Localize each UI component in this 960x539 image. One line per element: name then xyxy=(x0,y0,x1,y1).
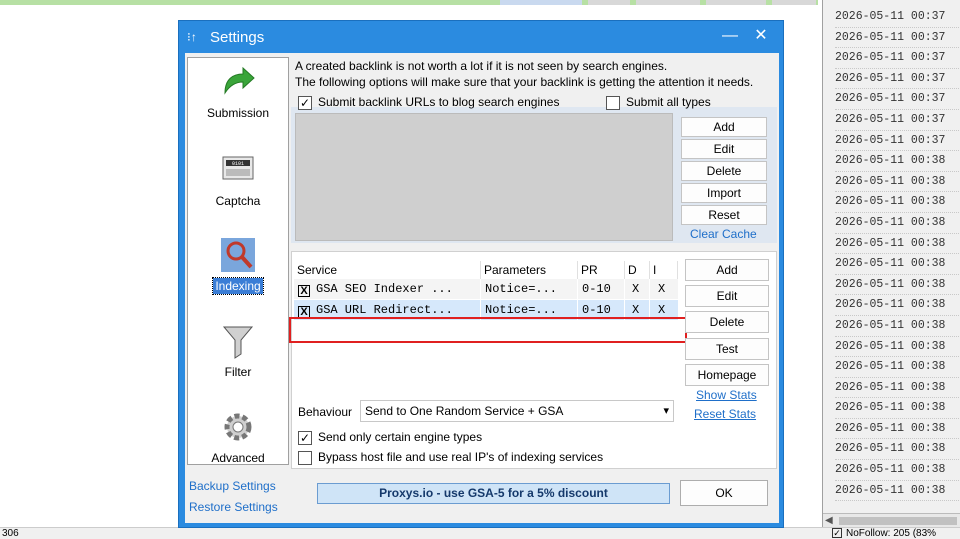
log-line: 2026-05-11 00:38 xyxy=(835,419,960,440)
settings-nav: Submission 0101 Captcha Indexing Filter … xyxy=(187,57,289,465)
service-test-button[interactable]: Test xyxy=(685,338,769,360)
selected-row-highlight xyxy=(289,317,687,343)
horizontal-scrollbar[interactable]: ◀ xyxy=(823,513,960,527)
service-homepage-button[interactable]: Homepage xyxy=(685,364,769,386)
list-delete-button[interactable]: Delete xyxy=(681,161,767,181)
nav-item-filter[interactable]: Filter xyxy=(188,322,288,380)
log-line: 2026-05-11 00:37 xyxy=(835,131,960,152)
nav-item-captcha[interactable]: 0101 Captcha xyxy=(188,151,288,209)
show-stats-link[interactable]: Show Stats xyxy=(696,388,757,402)
service-edit-button[interactable]: Edit xyxy=(685,285,769,307)
log-line: 2026-05-11 00:38 xyxy=(835,398,960,419)
log-line: 2026-05-11 00:37 xyxy=(835,89,960,110)
settings-app-icon: ⁝↑ xyxy=(187,30,197,44)
col-pr[interactable]: PR xyxy=(578,261,625,279)
ok-button[interactable]: OK xyxy=(680,480,768,506)
list-reset-button[interactable]: Reset xyxy=(681,205,767,225)
log-line: 2026-05-11 00:37 xyxy=(835,69,960,90)
bypass-host-file-checkbox[interactable]: Bypass host file and use real IP's of in… xyxy=(298,450,603,465)
status-bar: 306 ✓ NoFollow: 205 (83% xyxy=(0,527,960,539)
service-add-button[interactable]: Add xyxy=(685,259,769,281)
log-line: 2026-05-11 00:38 xyxy=(835,192,960,213)
background-toolbar xyxy=(0,0,818,5)
log-line: 2026-05-11 00:38 xyxy=(835,151,960,172)
col-service[interactable]: Service xyxy=(294,261,481,279)
log-line: 2026-05-11 00:38 xyxy=(835,172,960,193)
log-line: 2026-05-11 00:38 xyxy=(835,234,960,255)
close-button[interactable]: ✕ xyxy=(750,26,772,46)
minimize-button[interactable]: — xyxy=(719,26,741,46)
svg-text:0101: 0101 xyxy=(232,161,244,167)
log-line: 2026-05-11 00:38 xyxy=(835,378,960,399)
scrollbar-thumb[interactable] xyxy=(839,517,957,525)
log-line: 2026-05-11 00:37 xyxy=(835,28,960,49)
log-line: 2026-05-11 00:38 xyxy=(835,275,960,296)
service-delete-button[interactable]: Delete xyxy=(685,311,769,333)
log-line: 2026-05-11 00:38 xyxy=(835,254,960,275)
dialog-title: Settings xyxy=(210,29,265,46)
log-line: 2026-05-11 00:37 xyxy=(835,110,960,131)
log-line: 2026-05-11 00:38 xyxy=(835,213,960,234)
nav-item-submission[interactable]: Submission xyxy=(188,63,288,121)
table-row[interactable]: X GSA SEO Indexer ... Notice=... 0-10 X X xyxy=(294,279,678,299)
proxy-promo-banner[interactable]: Proxys.io - use GSA-5 for a 5% discount xyxy=(317,483,670,504)
green-arrow-icon xyxy=(224,66,255,95)
chevron-down-icon: ▾ xyxy=(663,405,669,417)
col-d[interactable]: D xyxy=(625,261,650,279)
submit-all-types-checkbox[interactable]: Submit all types xyxy=(606,95,711,110)
nofollow-status: ✓ NoFollow: 205 (83% xyxy=(832,528,937,539)
behaviour-label: Behaviour xyxy=(298,405,353,419)
log-line: 2026-05-11 00:37 xyxy=(835,7,960,28)
log-line: 2026-05-11 00:38 xyxy=(835,316,960,337)
description-line-2: The following options will make sure tha… xyxy=(295,75,754,89)
log-pane: 2026-05-11 00:37 2026-05-11 00:37 2026-05-… xyxy=(822,0,960,527)
checkmark-icon: ✓ xyxy=(298,430,312,445)
description-line-1: A created backlink is not worth a lot if… xyxy=(295,59,668,73)
nav-item-indexing[interactable]: Indexing xyxy=(188,236,288,295)
list-import-button[interactable]: Import xyxy=(681,183,767,203)
service-enabled-checkbox[interactable]: X xyxy=(298,285,310,297)
log-line: 2026-05-11 00:38 xyxy=(835,481,960,502)
submit-blog-checkbox[interactable]: ✓ Submit backlink URLs to blog search eng… xyxy=(298,95,559,110)
reset-stats-link[interactable]: Reset Stats xyxy=(694,407,756,421)
log-line: 2026-05-11 00:37 xyxy=(835,48,960,69)
gear-icon xyxy=(224,413,252,441)
indexing-icon xyxy=(221,238,255,272)
scroll-left-icon[interactable]: ◀ xyxy=(825,515,833,526)
log-lines: 2026-05-11 00:37 2026-05-11 00:37 2026-05-… xyxy=(835,7,960,502)
status-count: 306 xyxy=(2,528,19,539)
title-bar[interactable]: ⁝↑ Settings — ✕ xyxy=(179,21,783,53)
log-line: 2026-05-11 00:38 xyxy=(835,295,960,316)
nav-item-advanced[interactable]: Advanced xyxy=(188,408,288,466)
restore-settings-link[interactable]: Restore Settings xyxy=(189,500,278,514)
list-add-button[interactable]: Add xyxy=(681,117,767,137)
send-only-engine-types-checkbox[interactable]: ✓ Send only certain engine types xyxy=(298,430,482,445)
list-edit-button[interactable]: Edit xyxy=(681,139,767,159)
clear-cache-link[interactable]: Clear Cache xyxy=(690,227,757,241)
log-line: 2026-05-11 00:38 xyxy=(835,337,960,358)
behaviour-dropdown[interactable]: Send to One Random Service + GSA ▾ xyxy=(360,400,674,422)
log-line: 2026-05-11 00:38 xyxy=(835,439,960,461)
col-i[interactable]: I xyxy=(650,261,678,279)
captcha-icon: 0101 xyxy=(222,156,254,180)
log-line: 2026-05-11 00:38 xyxy=(835,460,960,481)
checkmark-icon: ✓ xyxy=(298,95,312,110)
log-line: 2026-05-11 00:38 xyxy=(835,357,960,378)
col-parameters[interactable]: Parameters xyxy=(481,261,578,279)
nofollow-checkbox[interactable]: ✓ xyxy=(832,528,842,539)
search-engine-list[interactable] xyxy=(295,113,673,241)
dialog-body: Submission 0101 Captcha Indexing Filter … xyxy=(185,53,779,523)
backup-settings-link[interactable]: Backup Settings xyxy=(189,479,276,493)
settings-dialog: ⁝↑ Settings — ✕ Submission 0101 Captcha xyxy=(178,20,784,528)
funnel-icon xyxy=(222,326,254,359)
